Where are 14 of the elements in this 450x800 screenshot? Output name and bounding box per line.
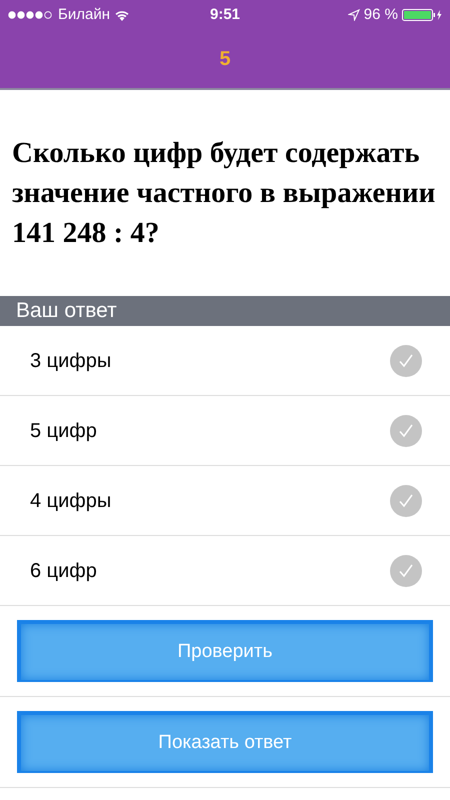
battery-percent: 96 % xyxy=(364,4,398,25)
check-icon xyxy=(390,344,422,376)
battery-charging-icon xyxy=(402,9,442,21)
check-icon xyxy=(390,554,422,586)
signal-icon xyxy=(8,11,54,19)
wifi-icon xyxy=(114,9,130,21)
question-text: Сколько цифр будет содержать значение частного в выражении 141 248 : 4? xyxy=(12,136,436,251)
check-icon xyxy=(390,484,422,516)
check-icon xyxy=(390,414,422,446)
section-header: Ваш ответ xyxy=(0,296,450,326)
nav-title: 5 xyxy=(219,47,231,72)
clock-time: 9:51 xyxy=(210,4,240,25)
carrier-name: Билайн xyxy=(58,4,110,25)
location-arrow-icon xyxy=(348,9,360,21)
